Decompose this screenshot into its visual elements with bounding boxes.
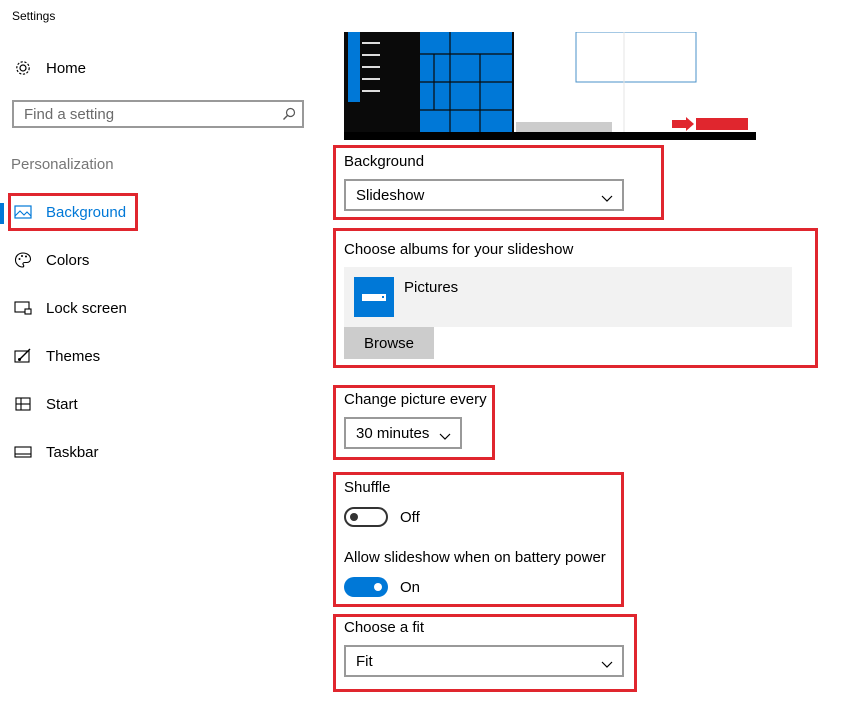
background-dropdown[interactable]: Slideshow	[344, 179, 624, 211]
search-box[interactable]	[12, 100, 304, 128]
section-label: Personalization	[11, 156, 114, 173]
folder-icon	[354, 277, 394, 317]
sidebar-item-label: Start	[46, 395, 78, 413]
interval-value: 30 minutes	[356, 424, 430, 442]
search-icon[interactable]	[282, 107, 296, 126]
battery-toggle[interactable]	[344, 577, 388, 597]
fit-value: Fit	[356, 652, 373, 670]
taskbar-icon	[14, 443, 32, 461]
palette-icon	[14, 251, 32, 269]
chevron-down-icon	[601, 190, 613, 207]
battery-label: Allow slideshow when on battery power	[344, 549, 606, 566]
sidebar-item-themes[interactable]: Themes	[14, 336, 100, 376]
brush-icon	[14, 347, 32, 365]
search-input[interactable]	[14, 102, 274, 126]
sidebar-item-start[interactable]: Start	[14, 384, 78, 424]
sidebar-item-lock-screen[interactable]: Lock screen	[14, 288, 127, 328]
album-label: Pictures	[404, 279, 459, 296]
album-item-pictures[interactable]: Pictures	[344, 267, 792, 327]
fit-dropdown[interactable]: Fit	[344, 645, 624, 677]
sidebar-item-taskbar[interactable]: Taskbar	[14, 432, 99, 472]
battery-state: On	[400, 579, 421, 596]
gear-icon	[14, 59, 32, 77]
sidebar-home-label: Home	[46, 59, 87, 77]
chevron-down-icon	[601, 656, 613, 673]
sidebar-home[interactable]: Home	[14, 48, 86, 88]
shuffle-label: Shuffle	[344, 479, 391, 496]
sidebar-item-label: Themes	[46, 347, 101, 365]
background-value: Slideshow	[356, 186, 425, 204]
interval-dropdown[interactable]: 30 minutes	[344, 417, 462, 449]
shuffle-toggle[interactable]	[344, 507, 388, 527]
shuffle-state: Off	[400, 509, 420, 526]
chevron-down-icon	[439, 428, 451, 445]
highlight-background-nav	[8, 193, 138, 231]
active-indicator	[0, 203, 4, 224]
lock-screen-icon	[14, 299, 32, 317]
start-grid-icon	[14, 395, 32, 413]
sidebar-item-label: Colors	[46, 251, 90, 269]
sidebar-item-label: Lock screen	[46, 299, 127, 317]
background-label: Background	[344, 153, 425, 170]
sidebar-item-label: Taskbar	[46, 443, 99, 461]
sidebar-item-colors[interactable]: Colors	[14, 240, 89, 280]
window-title: Settings	[12, 9, 56, 23]
background-preview	[344, 32, 756, 140]
fit-label: Choose a fit	[344, 619, 425, 636]
albums-label: Choose albums for your slideshow	[344, 241, 574, 258]
browse-button[interactable]: Browse	[344, 327, 434, 359]
interval-label: Change picture every	[344, 391, 487, 408]
